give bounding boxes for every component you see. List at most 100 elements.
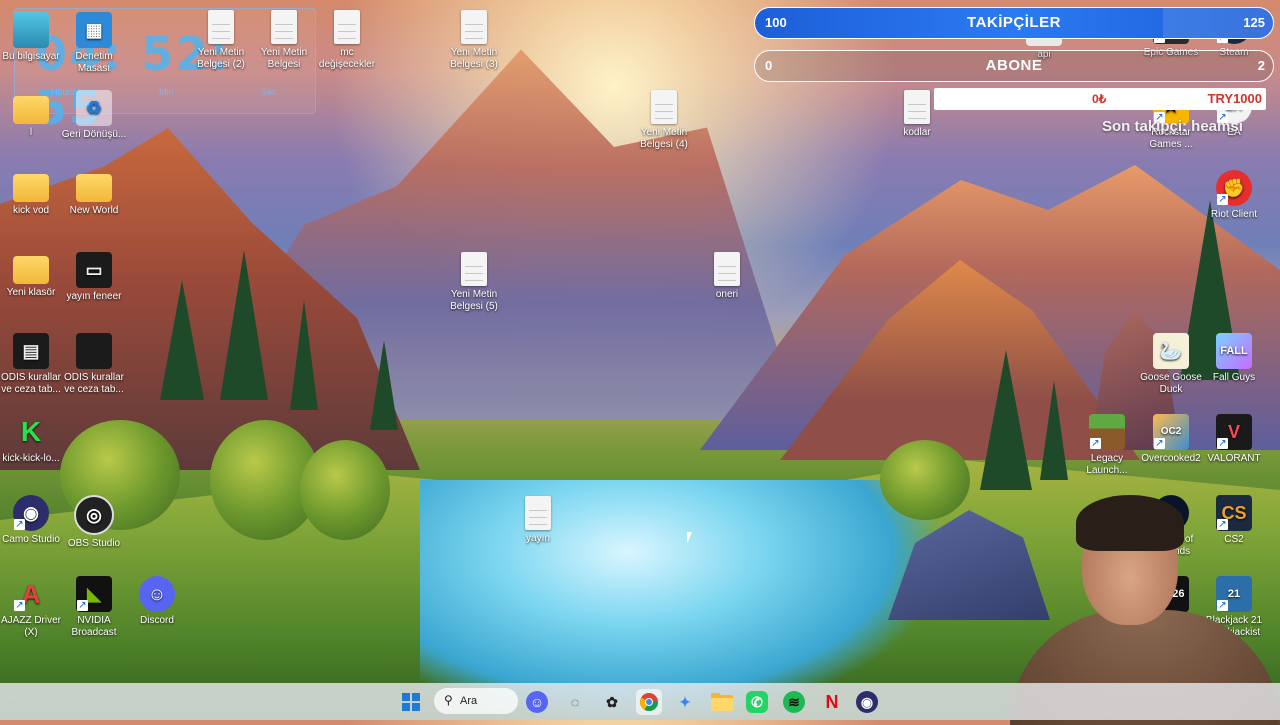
desktop-icon-mc[interactable]: mc değişecekler	[312, 10, 382, 71]
desktop-icon-label: AJAZZ Driver (X)	[1, 615, 61, 638]
desktop-icon-label: Goose Goose Duck	[1140, 372, 1202, 395]
desktop-icon-label: Yeni klasör	[6, 287, 56, 298]
calculator-icon: ▤	[13, 333, 49, 369]
desktop-icon-label: kick vod	[12, 205, 50, 216]
text-document-icon	[461, 10, 487, 44]
discord-icon[interactable]: ☺	[526, 691, 548, 713]
folder-icon	[13, 174, 49, 202]
desktop-icon-text-doc-2[interactable]: Yeni Metin Belgesi (2)	[186, 10, 256, 71]
clock-minutes-label: Min	[159, 87, 174, 97]
followers-goal: 125	[1243, 15, 1265, 30]
desktop-icon-obs-studio[interactable]: ◎ OBS Studio	[59, 495, 129, 550]
spotify-icon[interactable]: ≋	[783, 691, 805, 713]
desktop-icon-label: ODIS kurallar ve ceza tab...	[0, 372, 61, 395]
desktop-icon-text-doc-5[interactable]: Yeni Metin Belgesi (5)	[439, 252, 509, 313]
desktop-icon-riot-client[interactable]: ✊ Riot Client	[1199, 170, 1269, 221]
followers-goal-bar: 100 TAKİPÇİLER 125	[754, 7, 1274, 39]
followers-label: TAKİPÇİLER	[967, 14, 1061, 31]
wallpaper-bush	[300, 440, 390, 540]
desktop-icon-folder-l[interactable]: l	[0, 92, 66, 139]
desktop-icon-ajazz[interactable]: A AJAZZ Driver (X)	[0, 576, 66, 639]
mouse-cursor	[687, 532, 692, 544]
nvidia-icon: ◣	[76, 576, 112, 612]
desktop-icon-label: kodlar	[903, 127, 931, 138]
pc-icon	[13, 12, 49, 48]
desktop-icon-label: Yeni Metin Belgesi (5)	[450, 289, 498, 312]
wallpaper-tree	[220, 250, 268, 400]
desktop-icon-odis-1[interactable]: ▤ ODIS kurallar ve ceza tab...	[0, 333, 66, 396]
desktop-icon-text-doc-3[interactable]: Yeni Metin Belgesi (3)	[439, 10, 509, 71]
camo-icon[interactable]: ◉	[856, 691, 878, 713]
taskbar-search[interactable]: ⚲ Ara	[434, 688, 518, 714]
desktop-icon-new-folder[interactable]: Yeni klasör	[0, 252, 66, 299]
desktop-icon-label: Yeni Metin Belgesi	[260, 47, 308, 70]
windows-start-icon[interactable]	[398, 689, 424, 715]
desktop-icon-control-panel[interactable]: ▦ Denetim Masası	[59, 12, 129, 75]
desktop-icon-label: Yeni Metin Belgesi (4)	[640, 127, 688, 150]
screenshot-icon: ▭	[76, 252, 112, 288]
text-document-icon	[461, 252, 487, 286]
desktop-icon-kick-vod[interactable]: kick vod	[0, 170, 66, 217]
clock-seconds-label: Sec	[261, 87, 277, 97]
desktop-icon-kick[interactable]: K kick-kick-lo...	[0, 414, 66, 465]
desktop-icon-label: Riot Client	[1210, 209, 1258, 220]
desktop-icon-goose-goose-duck[interactable]: 🦢 Goose Goose Duck	[1136, 333, 1206, 396]
desktop-icon-oneri[interactable]: oneri	[692, 252, 762, 301]
desktop-icon-label: l	[29, 127, 33, 138]
valorant-icon: V	[1216, 414, 1252, 450]
desktop-icon-fall-guys[interactable]: FALL Fall Guys	[1199, 333, 1269, 384]
desktop-icon-label: yayın feneer	[66, 291, 122, 302]
desktop-icon-yayin[interactable]: yayın	[503, 496, 573, 545]
desktop-icon-label: Denetim Masası	[75, 51, 113, 74]
control-panel-icon: ▦	[76, 12, 112, 48]
desktop-icon-this-pc[interactable]: Bu bilgisayar	[0, 12, 66, 63]
desktop-icon-discord[interactable]: ☺ Discord	[122, 576, 192, 627]
desktop-icon-recycle-bin[interactable]: ♻ Geri Dönüşü...	[59, 90, 129, 141]
desktop-icon-text-doc-4[interactable]: Yeni Metin Belgesi (4)	[629, 90, 699, 151]
chatgpt-icon[interactable]: ✿	[599, 689, 625, 715]
ajazz-icon: A	[21, 579, 41, 609]
subs-goal: 2	[1257, 58, 1265, 73]
desktop-icon-label: Legacy Launch...	[1086, 453, 1128, 476]
desktop-icon-text-doc[interactable]: Yeni Metin Belgesi	[249, 10, 319, 71]
desktop-icon-odis-2[interactable]: ODIS kurallar ve ceza tab...	[59, 333, 129, 396]
file-explorer-icon[interactable]	[709, 689, 735, 715]
goose-icon: 🦢	[1153, 333, 1189, 369]
folder-icon	[13, 96, 49, 124]
desktop-icon-label: Bu bilgisayar	[2, 51, 60, 62]
desktop-icon-valorant[interactable]: V VALORANT	[1199, 414, 1269, 465]
desktop-icon-overcooked2[interactable]: OC2 Overcooked2	[1136, 414, 1206, 465]
overcooked-icon: OC2	[1153, 414, 1189, 450]
desktop-icon-label: yayın	[526, 533, 550, 544]
desktop-icon-yayin-feneer[interactable]: ▭ yayın feneer	[59, 252, 129, 303]
text-document-icon	[208, 10, 234, 44]
fallguys-icon: FALL	[1216, 333, 1252, 369]
desktop-icon-label: Fall Guys	[1212, 372, 1256, 383]
davinci-icon[interactable]: ◌	[562, 689, 588, 715]
donation-current: 0₺	[1092, 92, 1107, 106]
chrome-icon[interactable]	[636, 689, 662, 715]
kick-icon: K	[20, 416, 42, 447]
taskbar: ⚲ Ara ☺ ◌ ✿ ✦ ✆ ≋ N ◉	[0, 683, 1280, 720]
document-dark-icon	[76, 333, 112, 369]
minecraft-icon	[1089, 414, 1125, 450]
desktop-icon-camo-studio[interactable]: ◉ Camo Studio	[0, 495, 66, 546]
desktop-icon-legacy-launcher[interactable]: Legacy Launch...	[1072, 414, 1142, 477]
text-document-icon	[334, 10, 360, 44]
desktop-icon-new-world[interactable]: New World	[59, 170, 129, 217]
desktop-icon-label: ODIS kurallar ve ceza tab...	[63, 372, 124, 395]
folder-image-icon	[13, 256, 49, 284]
desktop-icon-label: oneri	[715, 289, 739, 300]
netflix-icon[interactable]: N	[819, 689, 845, 715]
text-document-icon	[714, 252, 740, 286]
donation-goal: TRY1000	[1207, 91, 1262, 106]
riot-icon: ✊	[1216, 170, 1252, 206]
wallpaper-bush	[880, 440, 970, 520]
search-icon: ⚲	[444, 693, 453, 707]
whatsapp-icon[interactable]: ✆	[746, 691, 768, 713]
desktop-icon-label: Geri Dönüşü...	[61, 129, 127, 140]
wallpaper-tree	[980, 350, 1032, 490]
desktop-icon-nvidia-broadcast[interactable]: ◣ NVIDIA Broadcast	[59, 576, 129, 639]
copilot-icon[interactable]: ✦	[672, 689, 698, 715]
subs-label: ABONE	[985, 57, 1043, 74]
